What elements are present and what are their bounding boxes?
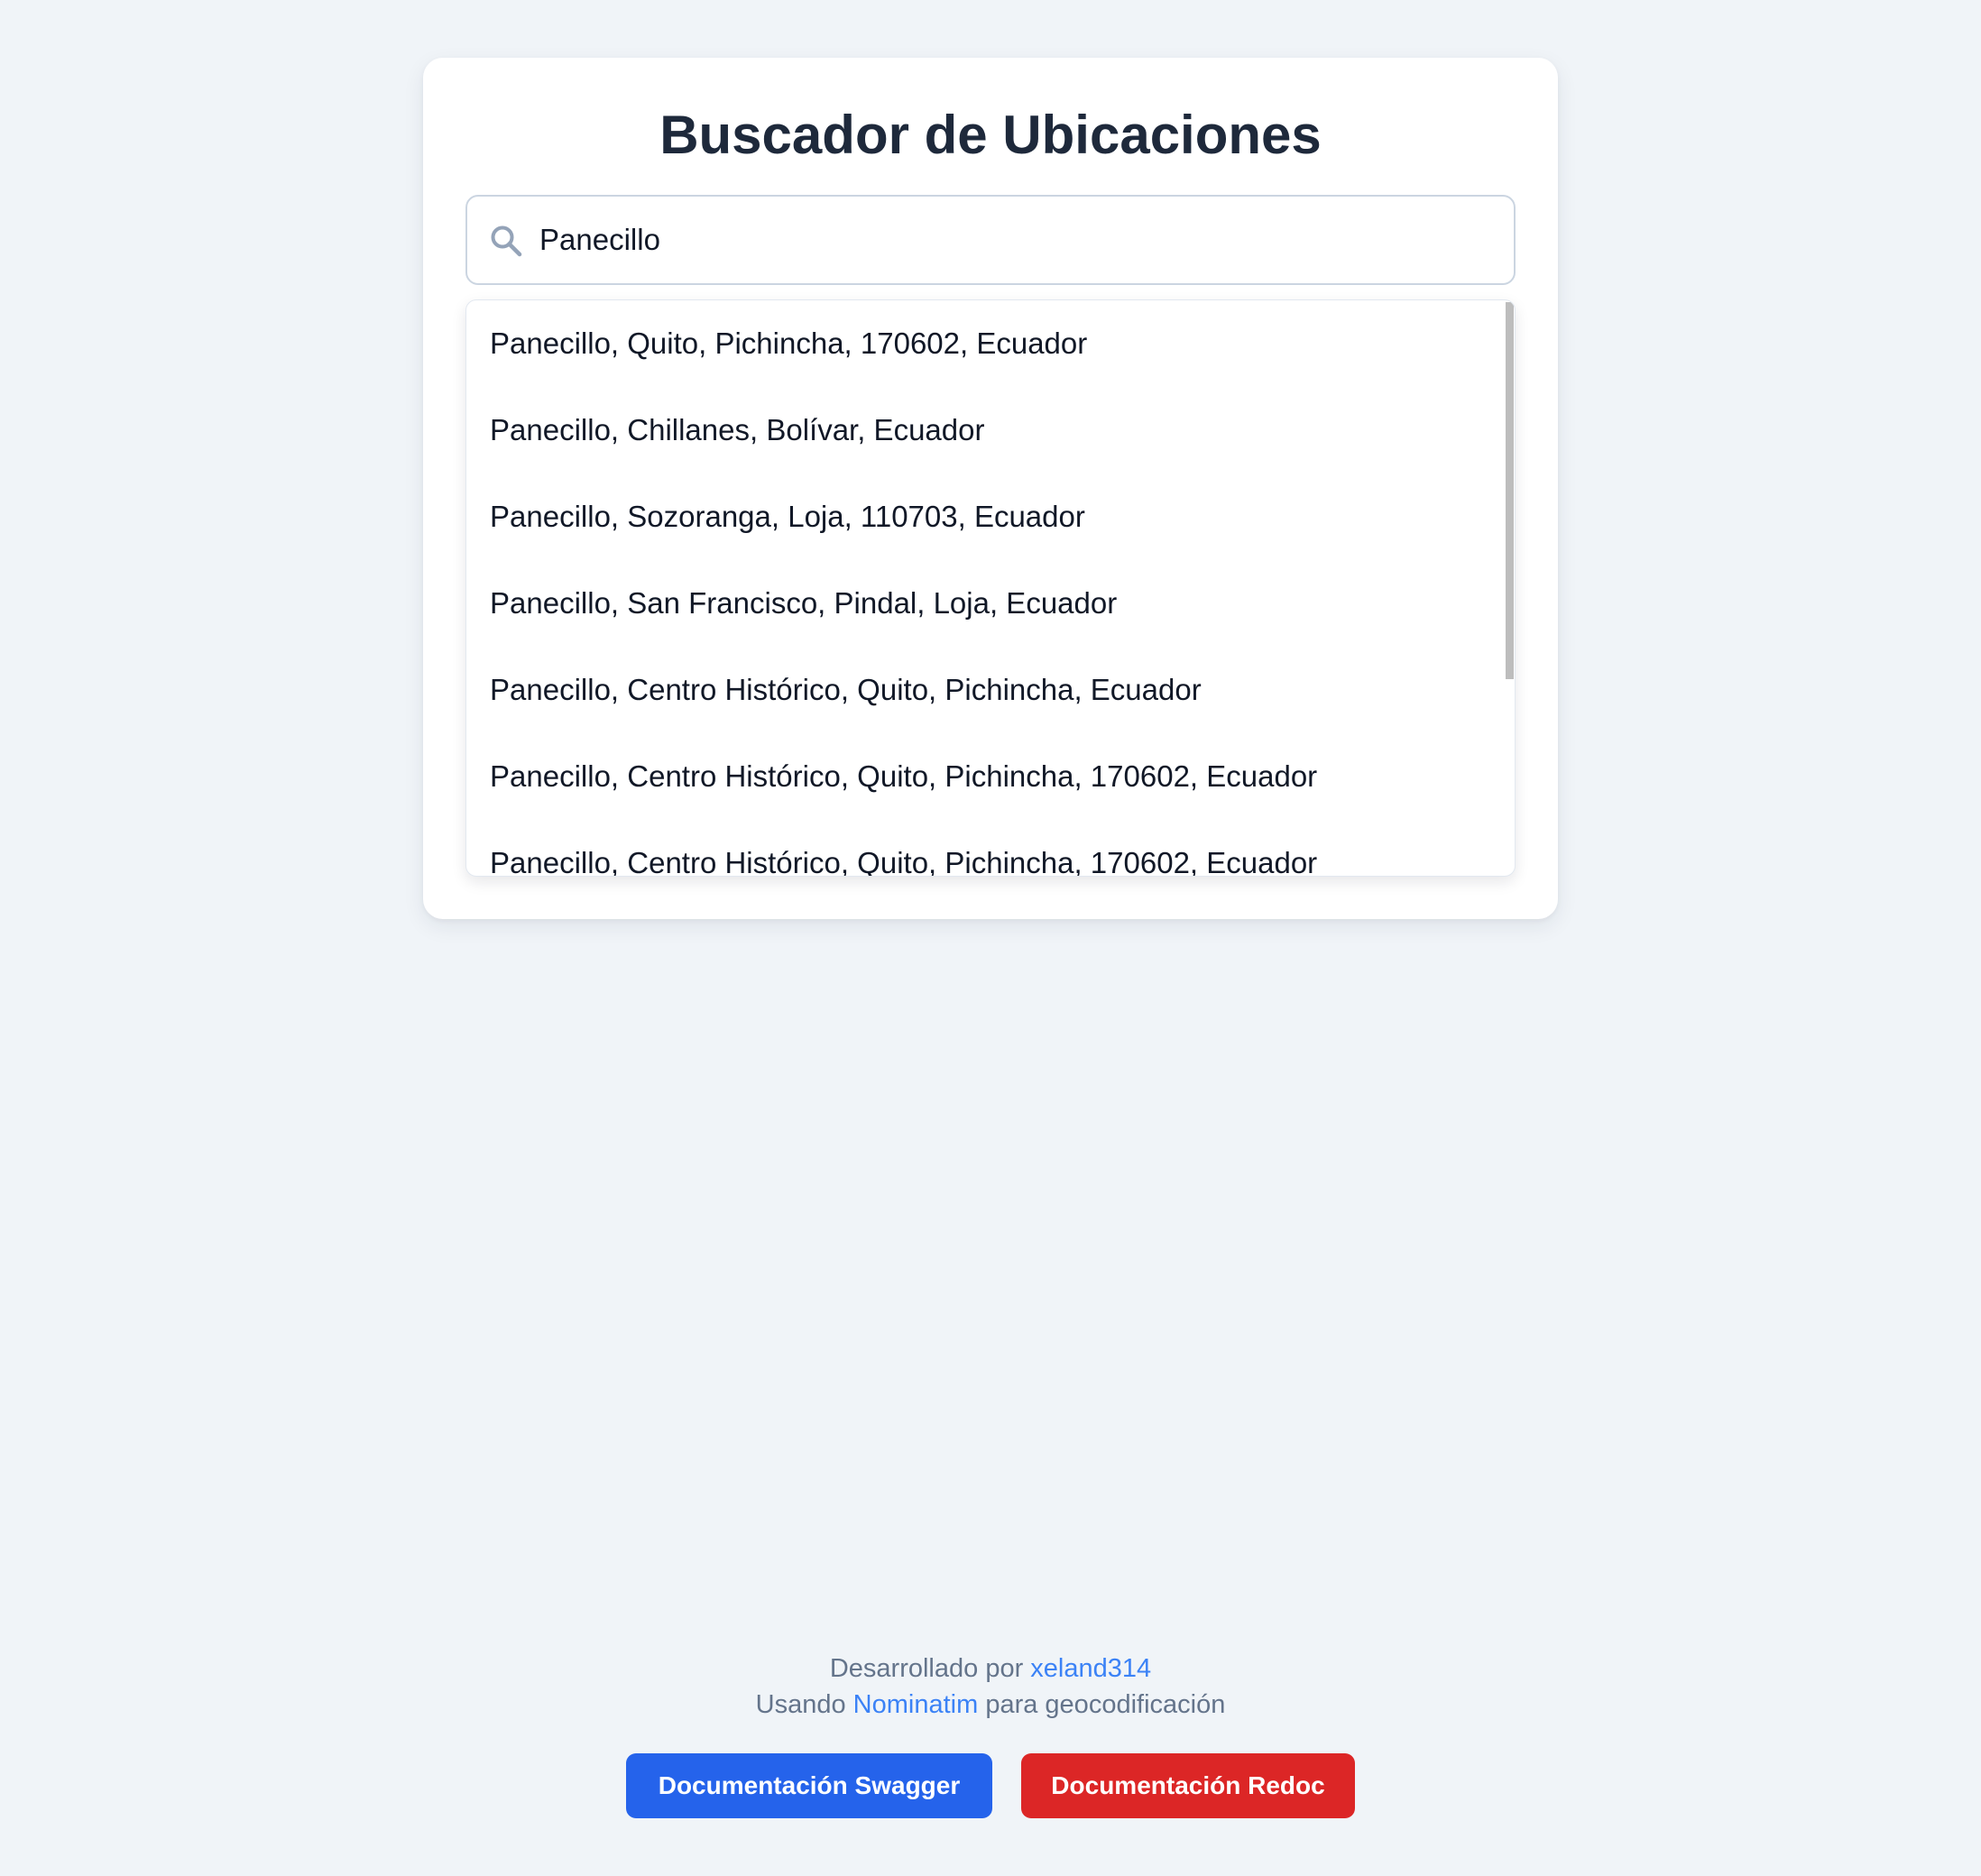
- result-item[interactable]: Panecillo, Sozoranga, Loja, 110703, Ecua…: [466, 474, 1515, 560]
- result-item[interactable]: Panecillo, Centro Histórico, Quito, Pich…: [466, 820, 1515, 876]
- results-list: Panecillo, Quito, Pichincha, 170602, Ecu…: [466, 300, 1515, 876]
- swagger-docs-button[interactable]: Documentación Swagger: [626, 1753, 992, 1818]
- result-item[interactable]: Panecillo, Centro Histórico, Quito, Pich…: [466, 647, 1515, 733]
- footer-geocoding: Usando Nominatim para geocodificación: [0, 1687, 1981, 1723]
- footer: Desarrollado por xeland314 Usando Nomina…: [0, 1651, 1981, 1723]
- using-label: Usando: [755, 1690, 846, 1719]
- developer-link[interactable]: xeland314: [1030, 1654, 1151, 1683]
- geocoding-label: para geocodificación: [985, 1690, 1226, 1719]
- nominatim-link[interactable]: Nominatim: [853, 1690, 979, 1719]
- result-item[interactable]: Panecillo, San Francisco, Pindal, Loja, …: [466, 560, 1515, 647]
- result-item[interactable]: Panecillo, Quito, Pichincha, 170602, Ecu…: [466, 300, 1515, 387]
- search-icon: [489, 224, 523, 258]
- search-input[interactable]: [539, 197, 1496, 283]
- result-item[interactable]: Panecillo, Centro Histórico, Quito, Pich…: [466, 733, 1515, 820]
- footer-credits: Desarrollado por xeland314: [0, 1651, 1981, 1687]
- result-item[interactable]: Panecillo, Chillanes, Bolívar, Ecuador: [466, 387, 1515, 474]
- search-box[interactable]: [465, 195, 1516, 285]
- developed-by-label: Desarrollado por: [829, 1654, 1024, 1683]
- results-dropdown[interactable]: Panecillo, Quito, Pichincha, 170602, Ecu…: [465, 299, 1516, 877]
- redoc-docs-button[interactable]: Documentación Redoc: [1021, 1753, 1355, 1818]
- scrollbar-thumb[interactable]: [1506, 302, 1514, 679]
- page-title: Buscador de Ubicaciones: [659, 105, 1322, 165]
